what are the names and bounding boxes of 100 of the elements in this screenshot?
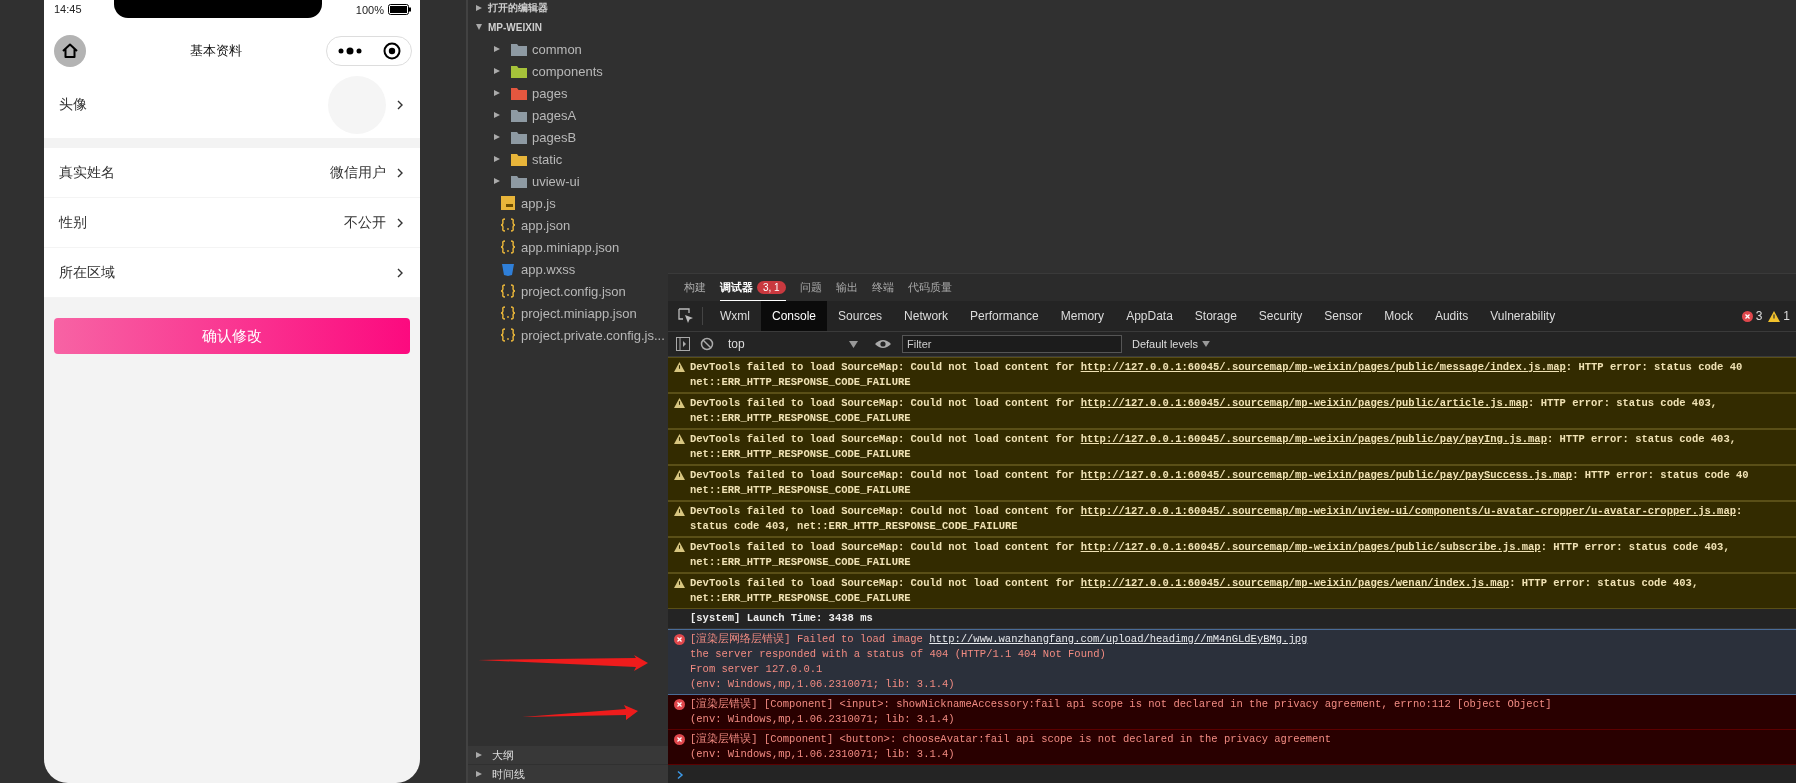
home-icon [61, 42, 79, 60]
section-header[interactable]: 时间线 [492, 766, 525, 782]
warning-icon [674, 470, 685, 480]
file-tree-item[interactable]: pages [468, 82, 668, 104]
devtools-tab[interactable]: Network [893, 301, 960, 332]
clear-console-icon[interactable] [700, 337, 714, 352]
error-icon [674, 634, 685, 645]
caret-icon[interactable] [494, 156, 500, 162]
devtools-tab[interactable]: Performance [959, 301, 1050, 332]
caret-icon[interactable] [476, 5, 482, 11]
file-tree-item[interactable]: app.miniapp.json [468, 236, 668, 258]
caret-icon[interactable] [494, 46, 500, 52]
console-message-line: net::ERR_HTTP_RESPONSE_CODE_FAILURE [690, 591, 912, 606]
source-link[interactable]: http://127.0.0.1:60045/.sourcemap/mp-weixin/uview-ui/components/u-avatar-cropper/u-avatar-cropper.js.map [1080, 505, 1736, 517]
battery-icon [388, 4, 412, 15]
chevron-icon [396, 166, 404, 179]
devtools-tab[interactable]: Vulnerability [1479, 301, 1567, 332]
source-link[interactable]: http://127.0.0.1:60045/.sourcemap/mp-weixin/pages/public/message/index.js.map [1080, 361, 1566, 373]
panel-tab[interactable]: 终端 [871, 273, 894, 302]
home-button[interactable] [54, 35, 86, 67]
file-tree-item[interactable]: project.private.config.js... [468, 324, 668, 346]
eye-icon[interactable] [874, 338, 892, 351]
panel-tab[interactable]: 问题 [799, 273, 822, 302]
devtools-tab[interactable]: Security [1247, 301, 1314, 332]
warning-icon [674, 434, 685, 444]
warning-icon [674, 398, 685, 408]
caret-icon[interactable] [476, 752, 482, 758]
panel-tab[interactable]: 输出 [835, 273, 858, 302]
json-file-icon [500, 306, 516, 320]
console-message: [渲染层错误] [Component] <input>: showNicknameAccessory:fail api scope is not declared in the privacy agreement, errno:112 [object Object] [690, 697, 1552, 712]
section-header[interactable]: 打开的编辑器 [488, 1, 548, 15]
caret-icon[interactable] [494, 68, 500, 74]
caret-icon[interactable] [494, 112, 500, 118]
caret-icon[interactable] [494, 178, 500, 184]
source-link[interactable]: http://127.0.0.1:60045/.sourcemap/mp-weixin/pages/wenan/index.js.map [1080, 577, 1510, 589]
project-header[interactable]: MP-WEIXIN [488, 21, 542, 33]
error-icon [674, 699, 685, 710]
filter-field[interactable]: Filter [902, 335, 1122, 354]
devtools-tab[interactable]: Sources [827, 301, 894, 332]
devtools-tab[interactable]: Mock [1373, 301, 1424, 332]
context-select[interactable]: top [724, 337, 864, 352]
chevron-icon [396, 266, 404, 279]
profile-row[interactable]: 头像 [44, 72, 420, 138]
page-title: 基本资料 [189, 42, 243, 60]
confirm-button[interactable]: 确认修改 [54, 318, 410, 354]
panel-tab[interactable]: 构建 [684, 273, 706, 302]
devtools-tab[interactable]: Wxml [709, 301, 761, 332]
more-icon[interactable] [336, 46, 363, 56]
error-count: 3 [1755, 309, 1763, 324]
devtools-tab[interactable]: Memory [1049, 301, 1116, 332]
sidebar-toggle-icon[interactable] [676, 337, 690, 352]
caret-icon[interactable] [494, 134, 500, 140]
console-message: DevTools failed to load SourceMap: Could not load content for http://127.0.0.1:60045/.sourcemap/mp-weixin/pages/public/subscribe.js.map: HTTP error: status code 403, [690, 540, 1730, 555]
file-tree-item[interactable]: pagesA [468, 104, 668, 126]
console-message-line: net::ERR_HTTP_RESPONSE_CODE_FAILURE [690, 375, 912, 390]
section-header[interactable]: 大纲 [492, 747, 514, 763]
file-tree-item[interactable]: project.config.json [468, 280, 668, 302]
source-link[interactable]: http://127.0.0.1:60045/.sourcemap/mp-weixin/pages/public/pay/payIng.js.map [1080, 433, 1547, 445]
json-file-icon [500, 240, 516, 254]
source-link[interactable]: http://127.0.0.1:60045/.sourcemap/mp-weixin/pages/public/pay/paySuccess.js.map [1080, 469, 1573, 481]
file-tree-item[interactable]: pagesB [468, 126, 668, 148]
file-tree-item[interactable]: common [468, 38, 668, 60]
devtools-tab[interactable]: Audits [1423, 301, 1480, 332]
panel-tab[interactable]: 代码质量 [907, 273, 952, 302]
console-message: DevTools failed to load SourceMap: Could not load content for http://127.0.0.1:60045/.sourcemap/mp-weixin/uview-ui/components/u-avatar-cropper/u-avatar-cropper.js.map: [690, 504, 1743, 519]
close-icon[interactable] [381, 41, 402, 61]
file-tree-item[interactable]: app.js [468, 192, 668, 214]
console-message-line: (env: Windows,mp,1.06.2310071; lib: 3.1.4) [690, 712, 956, 727]
caret-icon[interactable] [476, 771, 482, 777]
file-tree-item[interactable]: project.miniapp.json [468, 302, 668, 324]
caret-icon[interactable] [476, 24, 482, 30]
file-tree-item[interactable]: static [468, 148, 668, 170]
source-link[interactable]: http://127.0.0.1:60045/.sourcemap/mp-weixin/pages/public/subscribe.js.map [1080, 541, 1541, 553]
devtools-tab[interactable]: Sensor [1313, 301, 1374, 332]
warning-icon [1768, 310, 1781, 322]
file-tree-item[interactable]: app.json [468, 214, 668, 236]
console-message-line: net::ERR_HTTP_RESPONSE_CODE_FAILURE [690, 411, 912, 426]
profile-row[interactable]: 真实姓名 微信用户 [44, 148, 420, 198]
source-link[interactable]: http://www.wanzhangfang.com/upload/headimg//mM4nGLdEyBMg.jpg [929, 633, 1308, 645]
console-message-line: net::ERR_HTTP_RESPONSE_CODE_FAILURE [690, 483, 912, 498]
file-tree-item[interactable]: components [468, 60, 668, 82]
warning-icon [674, 506, 685, 516]
prompt-icon[interactable] [676, 770, 684, 780]
levels-dropdown[interactable]: Default levels [1132, 338, 1211, 351]
caret-icon[interactable] [494, 90, 500, 96]
source-link[interactable]: http://127.0.0.1:60045/.sourcemap/mp-weixin/pages/public/article.js.map [1080, 397, 1529, 409]
chevron-icon [396, 99, 404, 111]
console-message-line: (env: Windows,mp,1.06.2310071; lib: 3.1.4) [690, 747, 956, 762]
console-message: [渲染层错误] [Component] <button>: chooseAvatar:fail api scope is not declared in the privacy agreement [690, 732, 1331, 747]
profile-row[interactable]: 所在区域 [44, 248, 420, 298]
profile-row[interactable]: 性别 不公开 [44, 198, 420, 248]
caret-icon [1202, 341, 1211, 348]
console-message: DevTools failed to load SourceMap: Could not load content for http://127.0.0.1:60045/.sourcemap/mp-weixin/pages/public/pay/paySuccess.js.map: HTTP error: status code 40 [690, 468, 1749, 483]
file-tree-item[interactable]: uview-ui [468, 170, 668, 192]
devtools-tab[interactable]: AppData [1115, 301, 1184, 332]
inspect-icon[interactable] [678, 308, 694, 325]
file-tree-item[interactable]: app.wxss [468, 258, 668, 280]
console-message-line: net::ERR_HTTP_RESPONSE_CODE_FAILURE [690, 555, 912, 570]
devtools-tab[interactable]: Storage [1183, 301, 1248, 332]
devtools-tab[interactable]: Console [761, 301, 828, 332]
